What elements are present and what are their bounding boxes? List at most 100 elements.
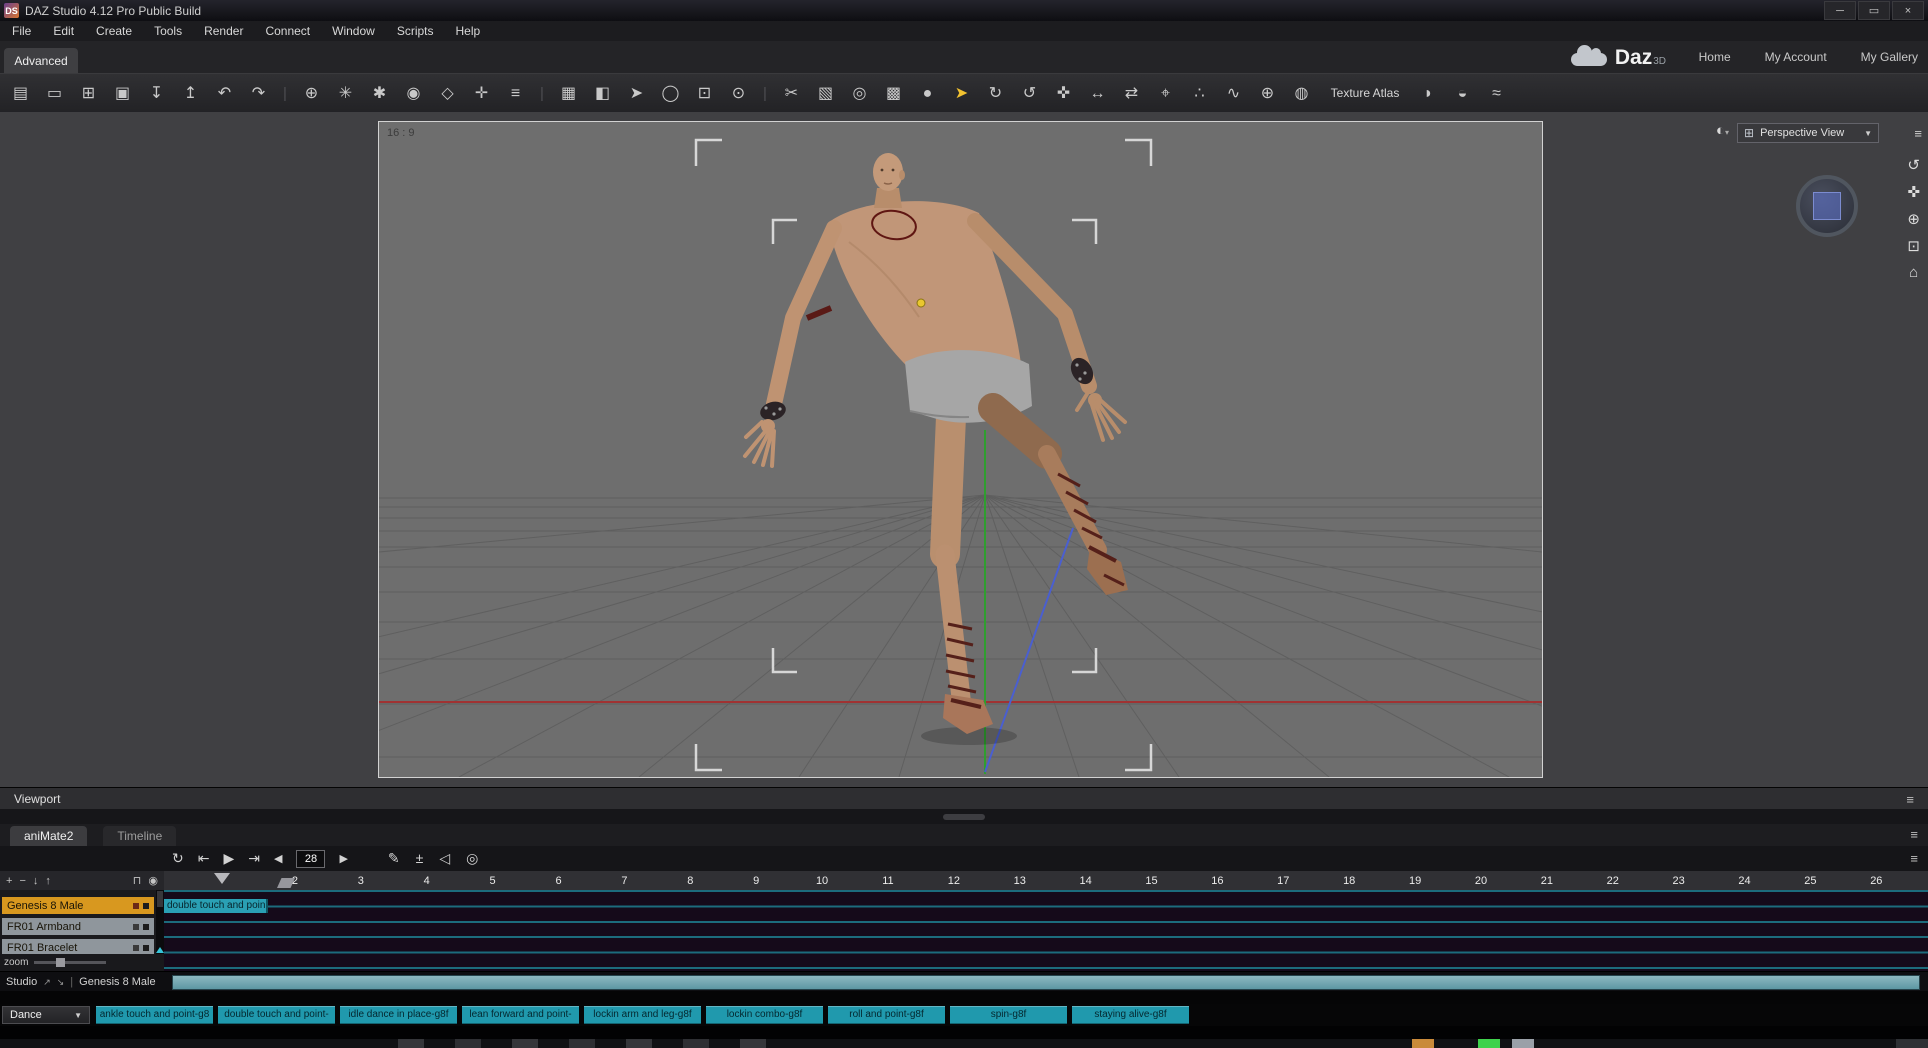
- taskbar-app-icon[interactable]: [1512, 1039, 1534, 1048]
- animation-clip[interactable]: lockin combo-g8f: [706, 1006, 823, 1024]
- track-scrollbar[interactable]: [156, 890, 164, 954]
- edit-keys-icon[interactable]: ✎: [388, 850, 400, 867]
- render-viewport[interactable]: 16 : 9: [378, 121, 1543, 778]
- scrollbar-thumb[interactable]: [157, 891, 163, 907]
- frame-prev-icon[interactable]: ◀: [274, 852, 282, 865]
- create-camera-icon[interactable]: ◉: [403, 75, 424, 112]
- pane-dock-icon[interactable]: ↘: [57, 977, 65, 988]
- menu-item[interactable]: Create: [96, 24, 132, 38]
- render-icon[interactable]: ⊙: [728, 75, 749, 112]
- go-to-end-icon[interactable]: ⇥: [248, 850, 260, 867]
- tab-advanced[interactable]: Advanced: [4, 48, 78, 73]
- taskbar-app-icon[interactable]: [740, 1039, 766, 1048]
- restore-button[interactable]: ▭: [1858, 1, 1890, 20]
- animation-clip[interactable]: staying alive-g8f: [1072, 1006, 1189, 1024]
- tab-animate2[interactable]: aniMate2: [10, 826, 88, 846]
- create-light-icon[interactable]: ✱: [369, 75, 390, 112]
- audio-icon[interactable]: ◁: [439, 850, 450, 867]
- lock-icon[interactable]: ⊓: [133, 874, 142, 887]
- taskbar-app-icon[interactable]: [569, 1039, 595, 1048]
- taskbar-app-icon[interactable]: [1478, 1039, 1500, 1048]
- pane-menu-icon[interactable]: ≡: [1906, 792, 1914, 807]
- people-icon[interactable]: ◒: [1452, 75, 1473, 112]
- track-solo-dot[interactable]: [143, 923, 149, 930]
- select-arrow-icon[interactable]: ➤: [626, 75, 647, 112]
- decimator-icon[interactable]: ◗: [1418, 75, 1439, 112]
- menu-item[interactable]: Scripts: [397, 24, 434, 38]
- viewport-pane-menu-icon[interactable]: ≡: [1914, 126, 1922, 141]
- aim-tool-icon[interactable]: ⌖: [1155, 75, 1176, 112]
- draw-style-icon[interactable]: ◐▾: [1716, 122, 1729, 139]
- scroll-arrow-icon[interactable]: [156, 947, 164, 953]
- undo-icon[interactable]: ↶: [214, 75, 235, 112]
- visibility-icon[interactable]: ◉: [148, 874, 158, 887]
- orbit-tool-icon[interactable]: ↺: [1019, 75, 1040, 112]
- rotate-tool-icon[interactable]: ↻: [985, 75, 1006, 112]
- track-solo-dot[interactable]: [143, 902, 149, 909]
- frame-view-icon[interactable]: ⊡: [1907, 237, 1920, 255]
- view-navigation-cube[interactable]: [1796, 175, 1858, 237]
- image-editor-icon[interactable]: ▧: [815, 75, 836, 112]
- animation-clip[interactable]: lockin arm and leg-g8f: [584, 1006, 701, 1024]
- play-icon[interactable]: ▶: [223, 850, 234, 867]
- menu-item[interactable]: Help: [456, 24, 481, 38]
- close-button[interactable]: ×: [1892, 1, 1924, 20]
- taskbar-app-icon[interactable]: [398, 1039, 424, 1048]
- cube-camera-icon[interactable]: ⊡: [694, 75, 715, 112]
- redo-icon[interactable]: ↷: [248, 75, 269, 112]
- remove-track-icon[interactable]: −: [19, 875, 25, 887]
- create-figure-icon[interactable]: ⊕: [301, 75, 322, 112]
- taskbar-app-icon[interactable]: [512, 1039, 538, 1048]
- export-file-icon[interactable]: ↥: [180, 75, 201, 112]
- frame-next-icon[interactable]: ▶: [339, 852, 347, 865]
- layout-grid-icon[interactable]: ▦: [558, 75, 579, 112]
- zoom-slider-thumb[interactable]: [56, 958, 66, 967]
- scissors-icon[interactable]: ✂: [781, 75, 802, 112]
- tab-timeline[interactable]: Timeline: [103, 826, 177, 846]
- orbit-view-icon[interactable]: ↺: [1907, 156, 1920, 174]
- menu-item[interactable]: Tools: [154, 24, 182, 38]
- timeline-options-icon[interactable]: ≡: [1910, 851, 1918, 866]
- home-view-icon[interactable]: ⌂: [1907, 264, 1920, 281]
- frame-number-field[interactable]: 28: [296, 849, 326, 868]
- genesis-8-male-figure[interactable]: [743, 153, 1128, 734]
- loop-icon[interactable]: ↻: [172, 850, 184, 867]
- taskbar-clock-area[interactable]: [1896, 1039, 1928, 1048]
- track-mute-dot[interactable]: [133, 902, 139, 909]
- animation-clip[interactable]: idle dance in place-g8f: [340, 1006, 457, 1024]
- hair-icon[interactable]: ≈: [1486, 75, 1507, 112]
- taskbar-app-icon[interactable]: [683, 1039, 709, 1048]
- track-row-fr01-armband[interactable]: FR01 Armband: [2, 918, 154, 935]
- taskbar-app-icon[interactable]: [626, 1039, 652, 1048]
- save-file-icon[interactable]: ▣: [112, 75, 133, 112]
- add-track-icon[interactable]: +: [6, 875, 12, 887]
- camera-view-dropdown[interactable]: ⊞ Perspective View ▼: [1737, 123, 1879, 143]
- import-file-icon[interactable]: ↧: [146, 75, 167, 112]
- animation-clip[interactable]: double touch and point-: [218, 1006, 335, 1024]
- track-mute-dot[interactable]: [133, 923, 139, 930]
- pane-divider[interactable]: [0, 809, 1928, 824]
- track-mute-dot[interactable]: [133, 944, 139, 951]
- timeline-ruler[interactable]: 2 3 4 5 6 7 8 9 10 11 12 13 14 15 16 17 18 19 20 21 22 23 24 25…: [164, 871, 1928, 890]
- add-node-icon[interactable]: ⊕: [1257, 75, 1278, 112]
- header-link[interactable]: My Gallery: [1861, 50, 1918, 64]
- playhead-marker[interactable]: [214, 873, 230, 884]
- zoom-view-icon[interactable]: ⊕: [1907, 210, 1920, 228]
- translate-tool-icon[interactable]: ⇄: [1121, 75, 1142, 112]
- menu-item[interactable]: Render: [204, 24, 243, 38]
- track-row-fr01-bracelet[interactable]: FR01 Bracelet: [2, 939, 154, 954]
- minimize-button[interactable]: ─: [1824, 1, 1856, 20]
- animation-clip[interactable]: ankle touch and point-g8: [96, 1006, 213, 1024]
- pane-menu-icon[interactable]: ≡: [1910, 827, 1918, 842]
- header-link[interactable]: Home: [1699, 50, 1731, 64]
- create-null-icon[interactable]: ◇: [437, 75, 458, 112]
- add-remove-key-icon[interactable]: ±: [416, 850, 424, 867]
- clip-category-dropdown[interactable]: Dance ▼: [2, 1006, 90, 1024]
- animation-clip[interactable]: spin-g8f: [950, 1006, 1067, 1024]
- track-row-genesis-8-male[interactable]: Genesis 8 Male: [2, 897, 154, 914]
- header-link[interactable]: My Account: [1765, 50, 1827, 64]
- new-file-icon[interactable]: ▤: [10, 75, 31, 112]
- shaded-sphere-icon[interactable]: ●: [917, 75, 938, 112]
- timeline-lanes[interactable]: double touch and poin: [164, 890, 1928, 971]
- record-icon[interactable]: ◎: [466, 850, 478, 867]
